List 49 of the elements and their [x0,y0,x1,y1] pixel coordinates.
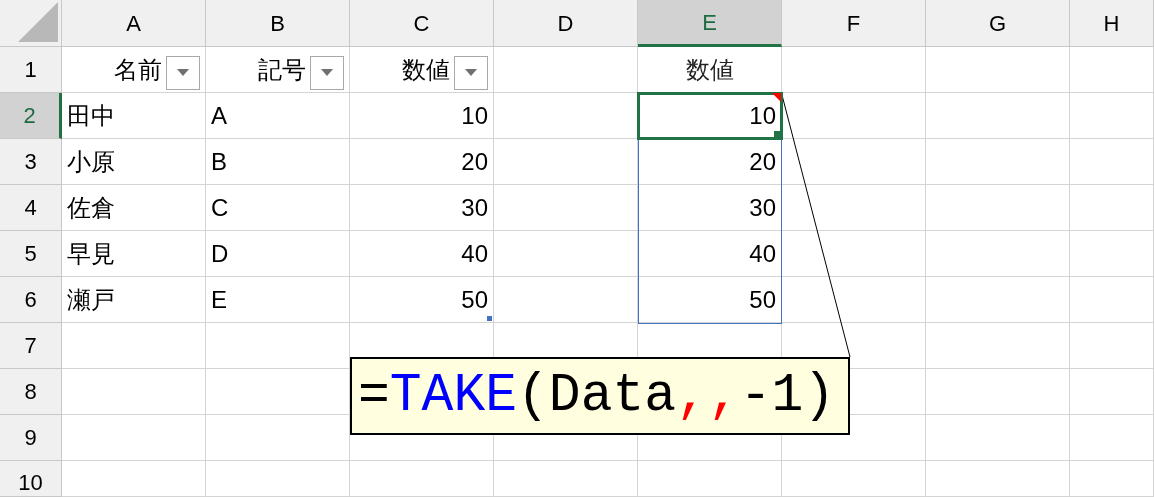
row-header[interactable]: 2 [0,93,62,139]
table-cell-text: 小原 [67,146,115,177]
row-header[interactable]: 8 [0,369,62,415]
filter-button[interactable] [310,55,344,90]
fill-handle[interactable] [774,131,781,138]
table-cell-text: 佐倉 [67,192,115,223]
row-header[interactable]: 7 [0,323,62,369]
table-cell-text: 50 [461,284,488,315]
column-header[interactable]: F [782,0,926,47]
table-cell-text: D [211,238,229,269]
column-header[interactable]: D [494,0,638,47]
spill-cell[interactable]: 20 [638,139,782,185]
column-header[interactable]: B [206,0,350,47]
row-header[interactable]: 1 [0,47,62,93]
table-cell-text: B [211,146,227,177]
formula-text: =TAKE(Data,,-1) [358,369,836,423]
dropdown-arrow-icon [177,69,189,76]
select-all-corner[interactable] [0,0,62,47]
row-header[interactable]: 6 [0,277,62,323]
row-header[interactable]: 9 [0,415,62,461]
column-header[interactable]: H [1070,0,1154,47]
row-header[interactable]: 4 [0,185,62,231]
column-heading: 記号 [258,54,306,85]
table-cell-text: 30 [461,192,488,223]
row-header[interactable]: 3 [0,139,62,185]
table-cell-text: 10 [461,100,488,131]
dropdown-arrow-icon [321,69,333,76]
dropdown-arrow-icon [465,69,477,76]
column-heading: 数値 [685,54,734,85]
table-cell-text: E [211,284,227,315]
table-cell-text: C [211,192,229,223]
table-cell-text: 瀬戸 [67,284,115,315]
row-header[interactable]: 5 [0,231,62,277]
filter-button[interactable] [166,55,200,90]
table-cell-text: A [211,100,227,131]
column-header[interactable]: C [350,0,494,47]
table-cell-text: 20 [461,146,488,177]
column-header[interactable]: A [62,0,206,47]
table-cell-text: 40 [461,238,488,269]
row-header[interactable]: 10 [0,461,62,497]
table-resize-handle[interactable] [487,316,492,321]
spill-cell[interactable]: 10 [638,93,782,139]
column-heading: 名前 [114,54,162,85]
table-cell-text: 田中 [67,100,115,131]
table-cell-text: 早見 [67,238,115,269]
filter-button[interactable] [454,55,488,90]
column-header[interactable]: G [926,0,1070,47]
column-heading: 数値 [402,54,450,85]
column-header[interactable]: E [638,0,782,47]
